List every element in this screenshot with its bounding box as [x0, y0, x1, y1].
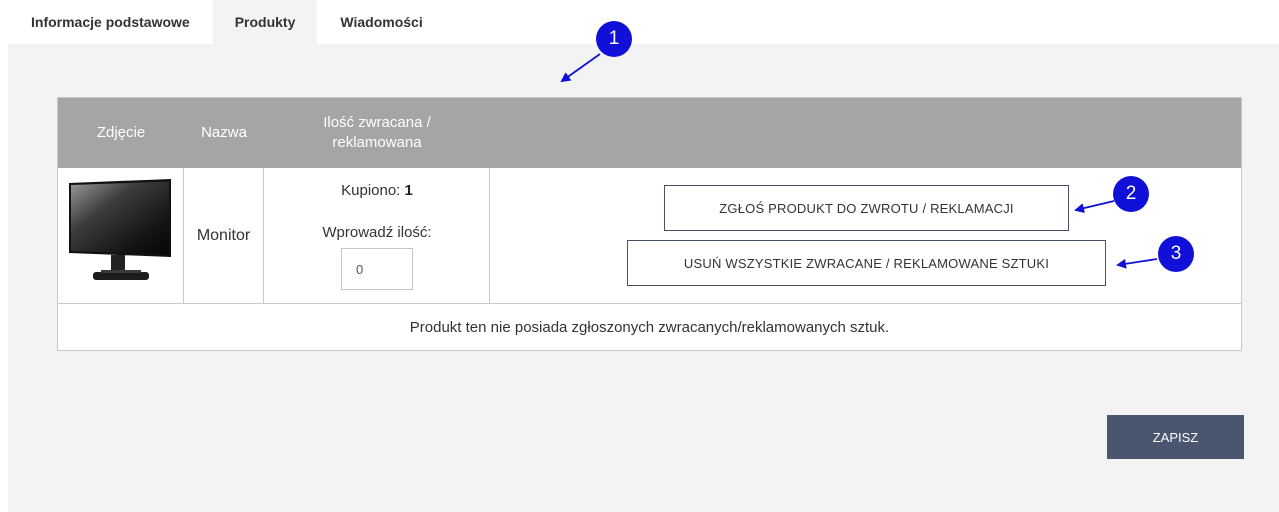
remove-all-returns-button[interactable]: USUŃ WSZYSTKIE ZWRACANE / REKLAMOWANE SZ…	[627, 240, 1106, 286]
annotation-badge-1: 1	[596, 21, 632, 57]
tab-bar: Informacje podstawowe Produkty Wiadomośc…	[8, 0, 1279, 44]
enter-quantity-label: Wprowadź ilość:	[322, 224, 432, 241]
table-row: Monitor Kupiono: 1 Wprowadź ilość: ZGŁOŚ…	[58, 168, 1241, 304]
annotation-badge-3: 3	[1158, 236, 1194, 272]
tab-messages[interactable]: Wiadomości	[317, 0, 445, 44]
quantity-input[interactable]	[341, 248, 413, 290]
save-button[interactable]: ZAPISZ	[1107, 415, 1244, 459]
product-image	[67, 179, 175, 287]
tab-products[interactable]: Produkty	[212, 0, 318, 44]
report-return-button[interactable]: ZGŁOŚ PRODUKT DO ZWROTU / REKLAMACJI	[664, 185, 1069, 231]
header-quantity: Ilość zwracana / reklamowana	[264, 98, 490, 168]
header-name: Nazwa	[201, 124, 247, 141]
header-quantity-line1: Ilość zwracana /	[323, 114, 431, 131]
product-photo-cell	[58, 168, 184, 303]
bought-count: Kupiono: 1	[264, 182, 490, 199]
no-returns-note: Produkt ten nie posiada zgłoszonych zwra…	[409, 318, 890, 336]
bought-label: Kupiono:	[341, 182, 401, 199]
bought-value: 1	[404, 182, 413, 199]
table-header: Zdjęcie Nazwa Ilość zwracana / reklamowa…	[58, 98, 1241, 168]
product-name: Monitor	[184, 168, 264, 303]
quantity-cell: Kupiono: 1 Wprowadź ilość:	[264, 168, 490, 303]
annotation-badge-2: 2	[1113, 176, 1149, 212]
products-table: Zdjęcie Nazwa Ilość zwracana / reklamowa…	[57, 97, 1242, 351]
header-quantity-line2: reklamowana	[332, 134, 422, 151]
tab-basic-info[interactable]: Informacje podstawowe	[8, 0, 213, 44]
header-photo: Zdjęcie	[96, 124, 146, 141]
